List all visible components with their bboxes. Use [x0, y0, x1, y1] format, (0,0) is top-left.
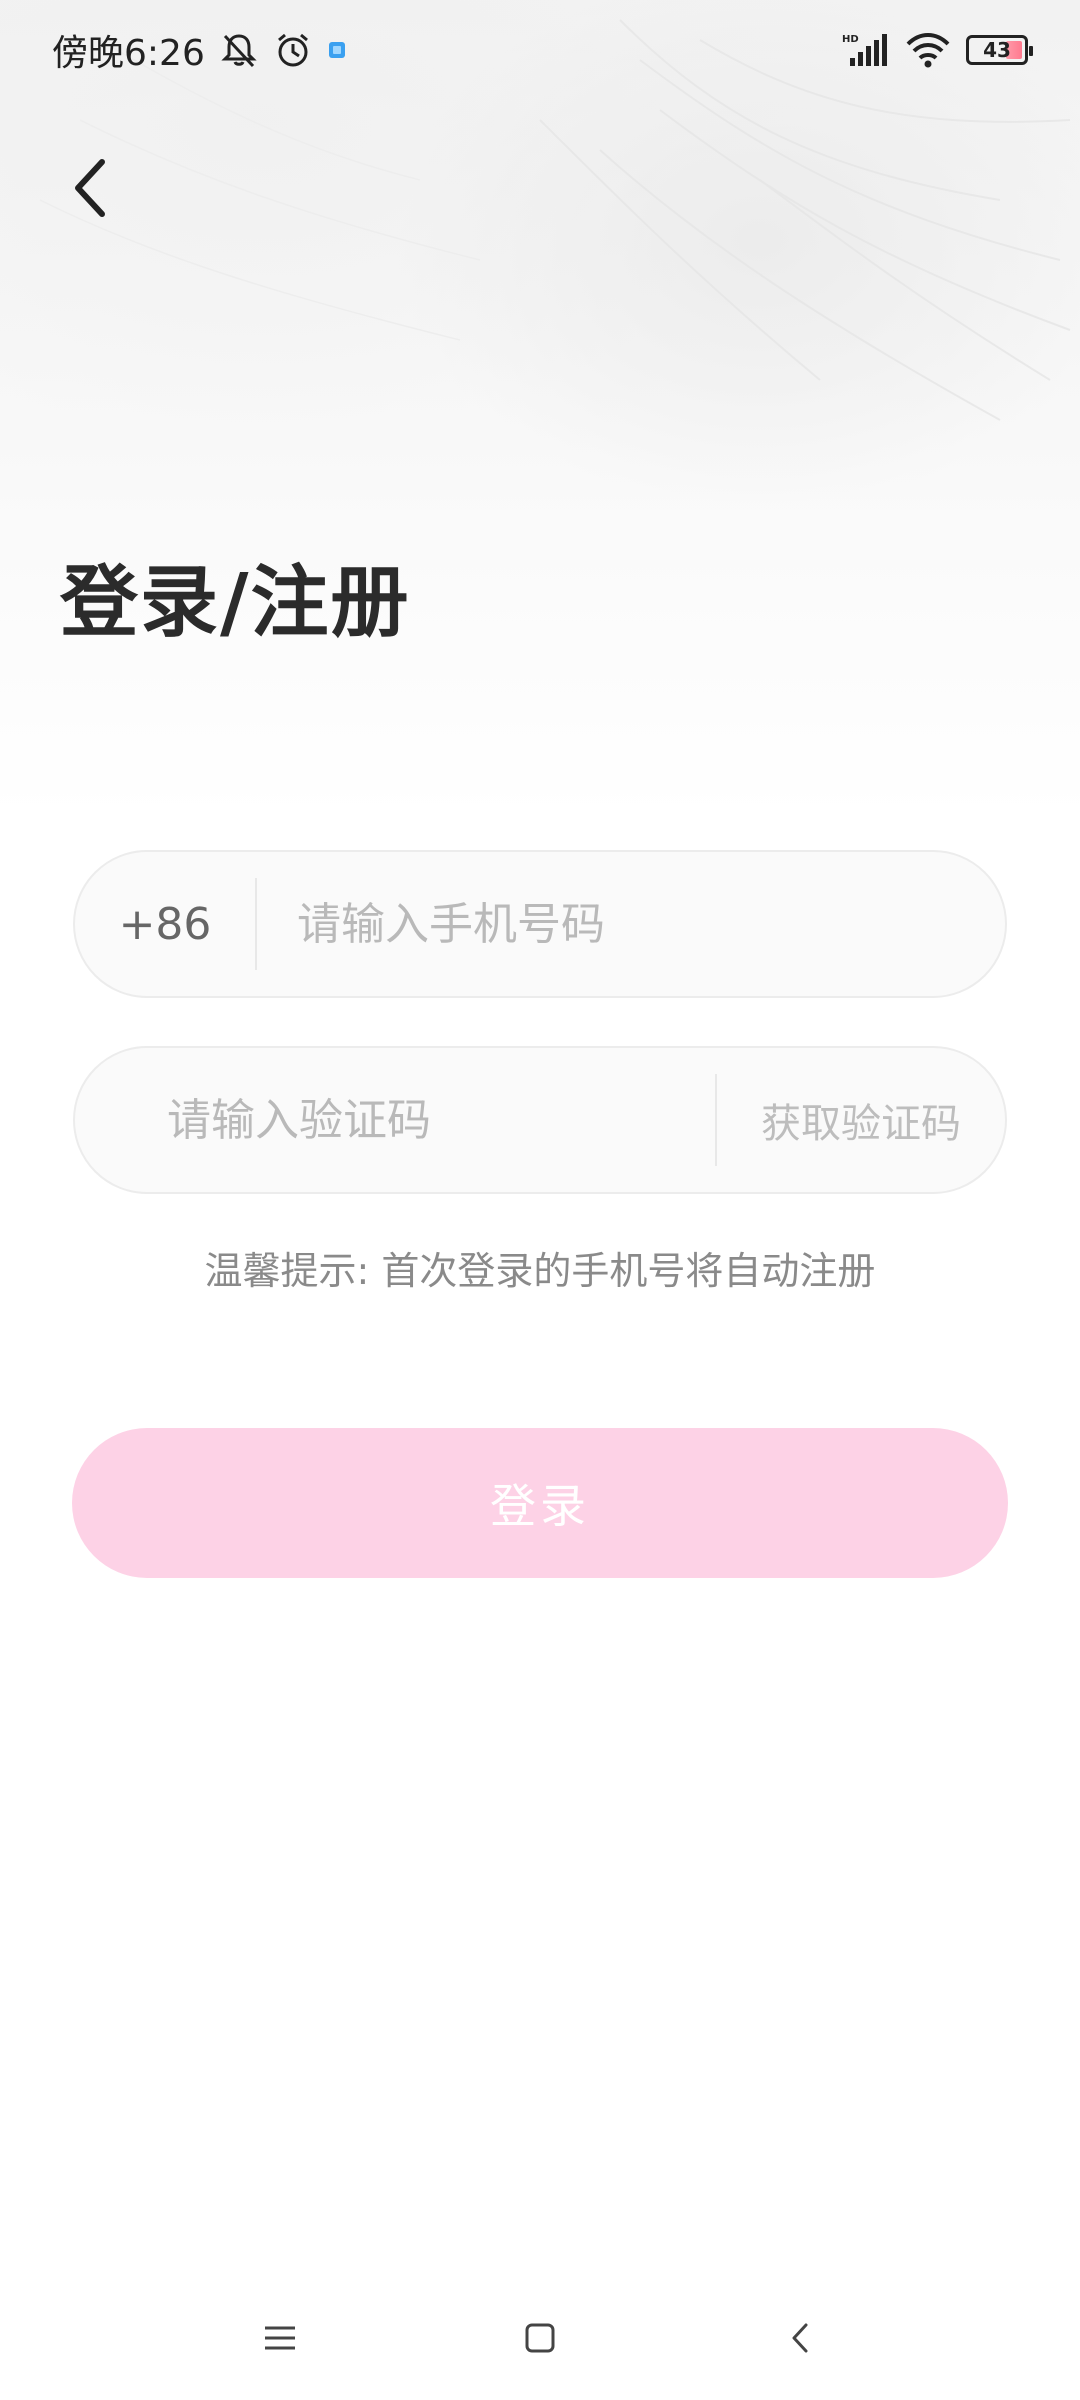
system-nav-bar — [0, 2280, 1080, 2400]
country-code-prefix: +86 — [118, 898, 212, 950]
auto-register-hint: 温馨提示: 首次登录的手机号将自动注册 — [204, 1249, 876, 1293]
chevron-left-icon — [68, 156, 112, 224]
status-time: 傍晚6:26 — [52, 33, 205, 74]
menu-icon — [263, 2324, 297, 2356]
status-left: 傍晚6:26 — [52, 24, 347, 76]
battery-icon: 43 — [966, 35, 1033, 65]
phone-input[interactable] — [257, 852, 1005, 996]
system-back-button[interactable] — [760, 2300, 840, 2380]
recent-apps-button[interactable] — [240, 2300, 320, 2380]
wifi-icon — [906, 32, 950, 68]
login-button[interactable]: 登录 — [72, 1428, 1008, 1578]
app-notification-icon — [327, 40, 347, 60]
battery-level: 43 — [983, 38, 1011, 62]
alarm-icon — [273, 30, 313, 70]
home-icon — [523, 2321, 557, 2359]
login-screen: 傍晚6:26 HD 43 登录/注册 +86 请输入手机号码 请输入验证码 获取… — [0, 0, 1080, 2400]
mute-bell-icon — [219, 30, 259, 70]
background-feather — [0, 0, 1080, 820]
status-bar: 傍晚6:26 HD 43 — [0, 0, 1080, 100]
back-button[interactable] — [50, 150, 130, 230]
verification-code-input[interactable] — [75, 1048, 715, 1192]
get-code-button[interactable]: 获取验证码 — [717, 1048, 1005, 1192]
hd-signal-icon: HD — [842, 32, 890, 68]
svg-text:HD: HD — [842, 34, 859, 45]
phone-field: +86 — [73, 850, 1007, 998]
page-title: 登录/注册 — [60, 558, 411, 648]
back-icon — [788, 2321, 812, 2359]
verification-code-field: 获取验证码 — [73, 1046, 1007, 1194]
home-button[interactable] — [500, 2300, 580, 2380]
status-right: HD 43 — [842, 32, 1033, 68]
